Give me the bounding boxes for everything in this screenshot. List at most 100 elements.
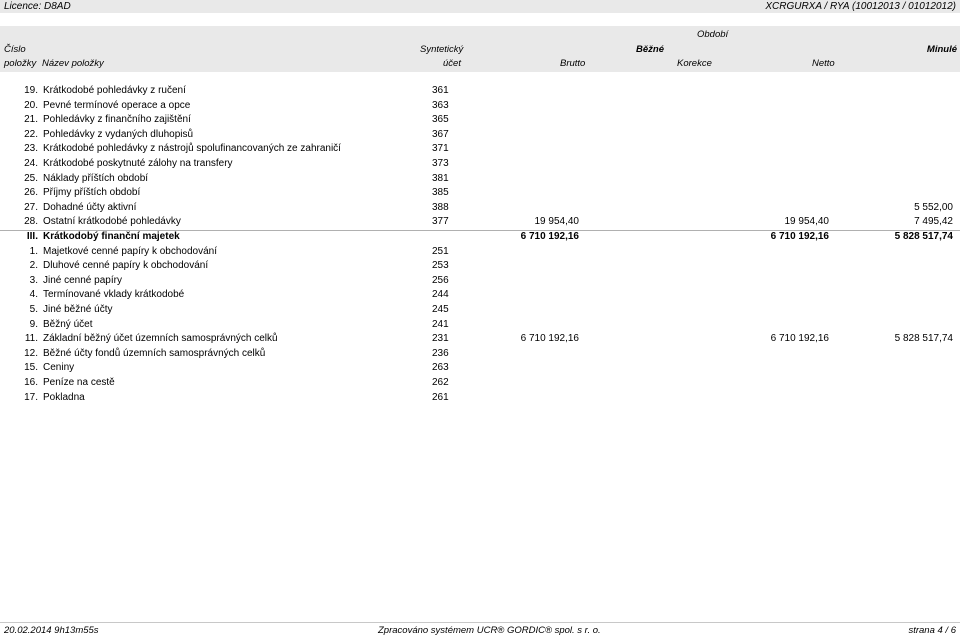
row-number: 28. <box>24 216 38 227</box>
row-brutto: 6 710 192,16 <box>520 231 579 242</box>
row-number: 27. <box>24 202 38 213</box>
row-name: Peníze na cestě <box>43 377 115 388</box>
row-netto: 19 954,40 <box>784 216 830 227</box>
table-header: Období Číslo Syntetický Běžné Minulé pol… <box>0 26 960 72</box>
row-account: 262 <box>432 377 449 388</box>
row-name: Ceniny <box>43 362 75 373</box>
row-minule: 5 552,00 <box>914 202 953 213</box>
row-name: Majetkové cenné papíry k obchodování <box>43 246 217 257</box>
table-row: 1. Majetkové cenné papíry k obchodování 25… <box>0 246 960 260</box>
row-account: 377 <box>432 216 449 227</box>
header-minule: Minulé <box>926 44 957 55</box>
row-name: Běžné účty fondů územních samosprávných … <box>43 348 266 359</box>
row-account: 245 <box>432 304 449 315</box>
top-bar: Licence: D8AD XCRGURXA / RYA (10012013 /… <box>0 0 960 13</box>
row-name: Krátkodobý finanční majetek <box>43 231 180 242</box>
table-row: 19. Krátkodobé pohledávky z ručení 361 <box>0 85 960 99</box>
row-account: 261 <box>432 392 449 403</box>
row-account: 361 <box>432 85 449 96</box>
row-brutto: 19 954,40 <box>534 216 580 227</box>
footer-divider <box>0 622 960 623</box>
table-row: 20. Pevné termínové operace a opce 363 <box>0 100 960 114</box>
table-row: 16. Peníze na cestě 262 <box>0 377 960 391</box>
header-nazev: Název položky <box>42 58 104 69</box>
table-row: 4. Termínované vklady krátkodobé 244 <box>0 289 960 303</box>
table-row: 5. Jiné běžné účty 245 <box>0 304 960 318</box>
row-name: Jiné cenné papíry <box>43 275 122 286</box>
table-row: 12. Běžné účty fondů územních samosprávný… <box>0 348 960 362</box>
row-brutto: 6 710 192,16 <box>520 333 579 344</box>
row-account: 388 <box>432 202 449 213</box>
row-name: Náklady příštích období <box>43 173 149 184</box>
footer-page: strana 4 / 6 <box>908 625 956 636</box>
row-number: 20. <box>24 100 38 111</box>
row-account: 373 <box>432 158 449 169</box>
row-account: 263 <box>432 362 449 373</box>
row-number: 12. <box>24 348 38 359</box>
row-account: 251 <box>432 246 449 257</box>
table-row: 24. Krátkodobé poskytnuté zálohy na trans… <box>0 158 960 172</box>
row-name: Pevné termínové operace a opce <box>43 100 191 111</box>
row-minule: 7 495,42 <box>914 216 953 227</box>
header-bezne: Běžné <box>636 44 664 55</box>
header-netto: Netto <box>812 58 835 69</box>
row-number: 2. <box>29 260 38 271</box>
table-row: 15. Ceniny 263 <box>0 362 960 376</box>
row-netto: 6 710 192,16 <box>770 333 829 344</box>
row-account: 244 <box>432 289 449 300</box>
row-number: 5. <box>29 304 38 315</box>
row-account: 385 <box>432 187 449 198</box>
row-name: Jiné běžné účty <box>43 304 113 315</box>
row-number: 15. <box>24 362 38 373</box>
report-code: XCRGURXA / RYA (10012013 / 01012012) <box>765 1 956 12</box>
row-number: 19. <box>24 85 38 96</box>
row-number: 3. <box>29 275 38 286</box>
table-row: 22. Pohledávky z vydaných dluhopisů 367 <box>0 129 960 143</box>
table-row: 23. Krátkodobé pohledávky z nástrojů spol… <box>0 143 960 157</box>
row-number: 1. <box>29 246 38 257</box>
row-account: 371 <box>432 143 449 154</box>
table-row: 27. Dohadné účty aktivní 388 5 552,00 <box>0 202 960 216</box>
row-account: 367 <box>432 129 449 140</box>
header-cislo: Číslo <box>4 44 26 55</box>
row-name: Základní běžný účet územních samosprávný… <box>43 333 278 344</box>
row-account: 363 <box>432 100 449 111</box>
table-row: 25. Náklady příštích období 381 <box>0 173 960 187</box>
row-number: 22. <box>24 129 38 140</box>
table-row: 2. Dluhové cenné papíry k obchodování 253 <box>0 260 960 274</box>
row-number: III. <box>26 231 38 242</box>
row-account: 381 <box>432 173 449 184</box>
row-name: Pohledávky z vydaných dluhopisů <box>43 129 194 140</box>
row-name: Termínované vklady krátkodobé <box>43 289 185 300</box>
row-number: 24. <box>24 158 38 169</box>
footer-date: 20.02.2014 9h13m55s <box>4 625 99 636</box>
row-number: 21. <box>24 114 38 125</box>
header-ucet: účet <box>443 58 461 69</box>
header-synteticky: Syntetický <box>420 44 464 55</box>
row-account: 253 <box>432 260 449 271</box>
table-row: III. Krátkodobý finanční majetek 6 710 192… <box>0 231 960 245</box>
row-number: 16. <box>24 377 38 388</box>
row-number: 17. <box>24 392 38 403</box>
table-row: 3. Jiné cenné papíry 256 <box>0 275 960 289</box>
header-korekce: Korekce <box>677 58 712 69</box>
table-row: 28. Ostatní krátkodobé pohledávky 377 19 95… <box>0 216 960 230</box>
license-label: Licence: D8AD <box>4 1 71 12</box>
row-name: Pohledávky z finančního zajištění <box>43 114 191 125</box>
row-name: Dohadné účty aktivní <box>43 202 137 213</box>
row-number: 4. <box>29 289 38 300</box>
header-obdobi: Období <box>697 29 729 40</box>
row-number: 11. <box>24 333 38 344</box>
row-netto: 6 710 192,16 <box>770 231 829 242</box>
row-number: 26. <box>24 187 38 198</box>
row-account: 365 <box>432 114 449 125</box>
table-row: 26. Příjmy příštích období 385 <box>0 187 960 201</box>
row-name: Krátkodobé pohledávky z nástrojů spolufi… <box>43 143 341 154</box>
footer-system: Zpracováno systémem UCR® GORDIC® spol. s… <box>378 625 601 636</box>
row-minule: 5 828 517,74 <box>894 333 953 344</box>
row-number: 9. <box>29 319 38 330</box>
header-polozky: položky <box>4 58 37 69</box>
table-row: 11. Základní běžný účet územních samosprá… <box>0 333 960 347</box>
header-brutto: Brutto <box>560 58 586 69</box>
row-name: Ostatní krátkodobé pohledávky <box>43 216 181 227</box>
